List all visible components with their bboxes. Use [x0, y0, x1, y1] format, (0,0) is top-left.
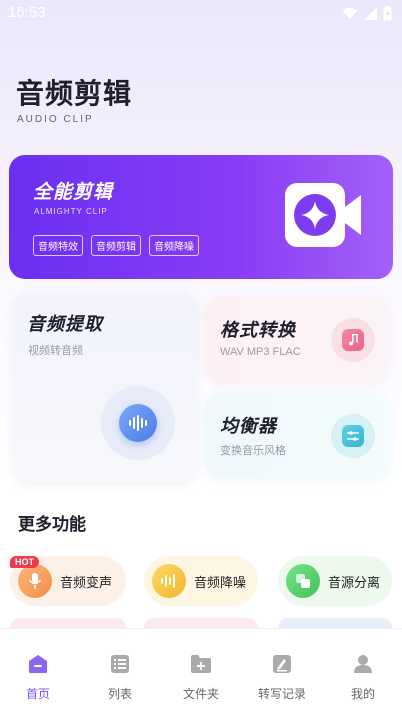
waveform-icon [119, 404, 157, 442]
source-separation-label: 音源分离 [328, 575, 381, 591]
tab-profile-label: 我的 [350, 687, 375, 701]
folder-add-icon [190, 653, 212, 675]
format-convert-card[interactable]: 格式转换 WAV MP3 FLAC [205, 296, 389, 382]
status-time: 16:53 [8, 4, 46, 21]
home-icon [27, 653, 49, 675]
tab-folder[interactable]: 文件夹 [166, 653, 236, 702]
equalizer-button[interactable] [331, 414, 375, 458]
hot-badge: HOT [10, 556, 39, 568]
hero-title: 全能剪辑 [33, 181, 114, 203]
equalizer-title: 均衡器 [220, 416, 277, 437]
waveform-icon [152, 564, 186, 598]
format-convert-button[interactable] [331, 318, 375, 362]
page-title: 音频剪辑 [16, 77, 133, 110]
microphone-icon [18, 564, 52, 598]
bottom-tab-bar: 首页 列表 文件夹 转写记录 我的 [0, 628, 402, 715]
audio-extract-desc: 视频转音频 [28, 345, 83, 357]
hero-tag-edit: 音频剪辑 [91, 235, 141, 256]
sliders-icon [342, 425, 364, 447]
page-subtitle: AUDIO CLIP [17, 114, 94, 125]
voice-change-label: 音频变声 [60, 575, 113, 591]
audio-extract-button[interactable] [101, 386, 175, 460]
tab-home-label: 首页 [25, 687, 50, 701]
equalizer-desc: 变换音乐风格 [220, 445, 286, 457]
status-bar: 16:53 [0, 0, 402, 28]
source-separation-button[interactable]: 音源分离 [278, 556, 392, 606]
user-icon [352, 653, 374, 675]
almighty-clip-card[interactable]: 全能剪辑 ALMIGHTY CLIP 音频特效 音频剪辑 音频降噪 [9, 155, 393, 279]
format-convert-title: 格式转换 [220, 320, 296, 341]
hero-subtitle: ALMIGHTY CLIP [34, 207, 108, 216]
tab-transcripts[interactable]: 转写记录 [247, 653, 317, 702]
hero-tag-denoise: 音频降噪 [149, 235, 199, 256]
more-features-title: 更多功能 [18, 515, 86, 535]
tab-profile[interactable]: 我的 [328, 653, 398, 702]
tab-list[interactable]: 列表 [85, 653, 155, 702]
tab-folder-label: 文件夹 [182, 687, 219, 701]
list-icon [109, 653, 131, 675]
audio-denoise-label: 音频降噪 [194, 575, 247, 591]
tab-transcripts-label: 转写记录 [257, 687, 306, 701]
equalizer-card[interactable]: 均衡器 变换音乐风格 [205, 392, 389, 478]
tab-home[interactable]: 首页 [3, 653, 73, 702]
format-convert-desc: WAV MP3 FLAC [220, 346, 301, 358]
status-icons [342, 6, 392, 21]
video-edit-icon [285, 183, 361, 247]
hero-tags: 音频特效 音频剪辑 音频降噪 [33, 235, 199, 256]
layers-icon [286, 564, 320, 598]
edit-document-icon [271, 653, 293, 675]
tab-list-label: 列表 [107, 687, 132, 701]
signal-icon [364, 7, 377, 20]
audio-extract-title: 音频提取 [27, 314, 103, 335]
hero-tag-effects: 音频特效 [33, 235, 83, 256]
audio-extract-card[interactable]: 音频提取 视频转音频 [13, 292, 197, 482]
audio-denoise-button[interactable]: 音频降噪 [144, 556, 258, 606]
music-note-icon [342, 329, 364, 351]
battery-icon [383, 6, 392, 21]
wifi-icon [342, 7, 358, 19]
